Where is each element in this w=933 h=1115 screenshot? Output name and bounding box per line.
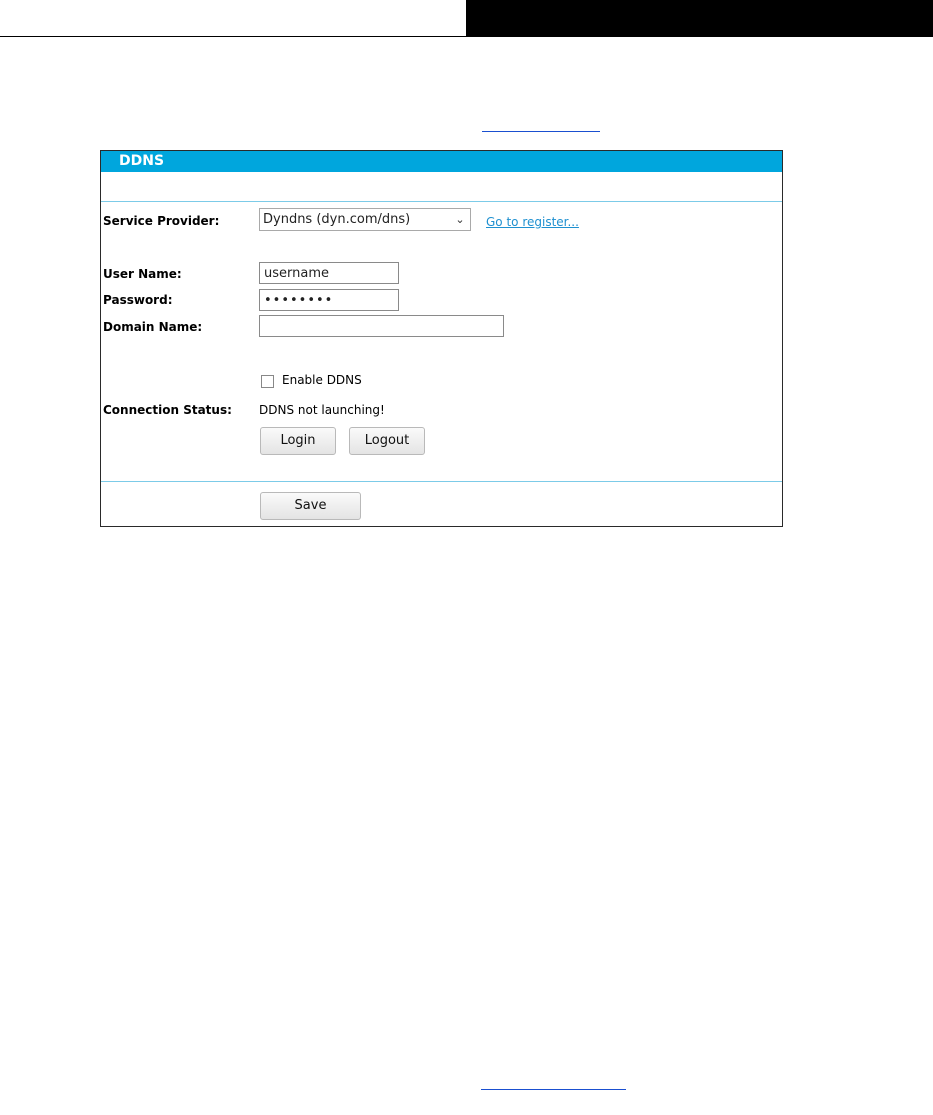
logout-button[interactable]: Logout — [349, 427, 425, 455]
panel-title: DDNS — [101, 151, 782, 172]
document-link-bottom[interactable] — [481, 1089, 626, 1090]
domain-name-input[interactable] — [259, 315, 504, 337]
service-provider-value: Dyndns (dyn.com/dns) — [263, 212, 411, 227]
ddns-panel: DDNS Service Provider: Dyndns (dyn.com/d… — [100, 150, 783, 527]
service-provider-label: Service Provider: — [103, 214, 220, 228]
document-link-top[interactable] — [482, 131, 600, 132]
password-label: Password: — [103, 293, 173, 307]
user-name-label: User Name: — [103, 267, 182, 281]
password-input[interactable] — [259, 289, 399, 311]
divider-bottom — [101, 481, 782, 482]
user-name-input[interactable] — [259, 262, 399, 284]
register-link[interactable]: Go to register... — [486, 215, 579, 229]
enable-ddns-checkbox[interactable] — [261, 375, 274, 388]
login-button[interactable]: Login — [260, 427, 336, 455]
save-button[interactable]: Save — [260, 492, 361, 520]
divider-top — [101, 201, 782, 202]
domain-name-label: Domain Name: — [103, 320, 203, 334]
service-provider-select[interactable]: Dyndns (dyn.com/dns) ⌄ — [259, 208, 471, 231]
connection-status-label: Connection Status: — [103, 403, 232, 417]
page-header-bar — [466, 0, 933, 37]
connection-status-value: DDNS not launching! — [259, 403, 385, 417]
enable-ddns-label: Enable DDNS — [282, 373, 362, 387]
chevron-down-icon[interactable]: ⌄ — [450, 209, 470, 230]
page-header-rule — [0, 36, 466, 37]
